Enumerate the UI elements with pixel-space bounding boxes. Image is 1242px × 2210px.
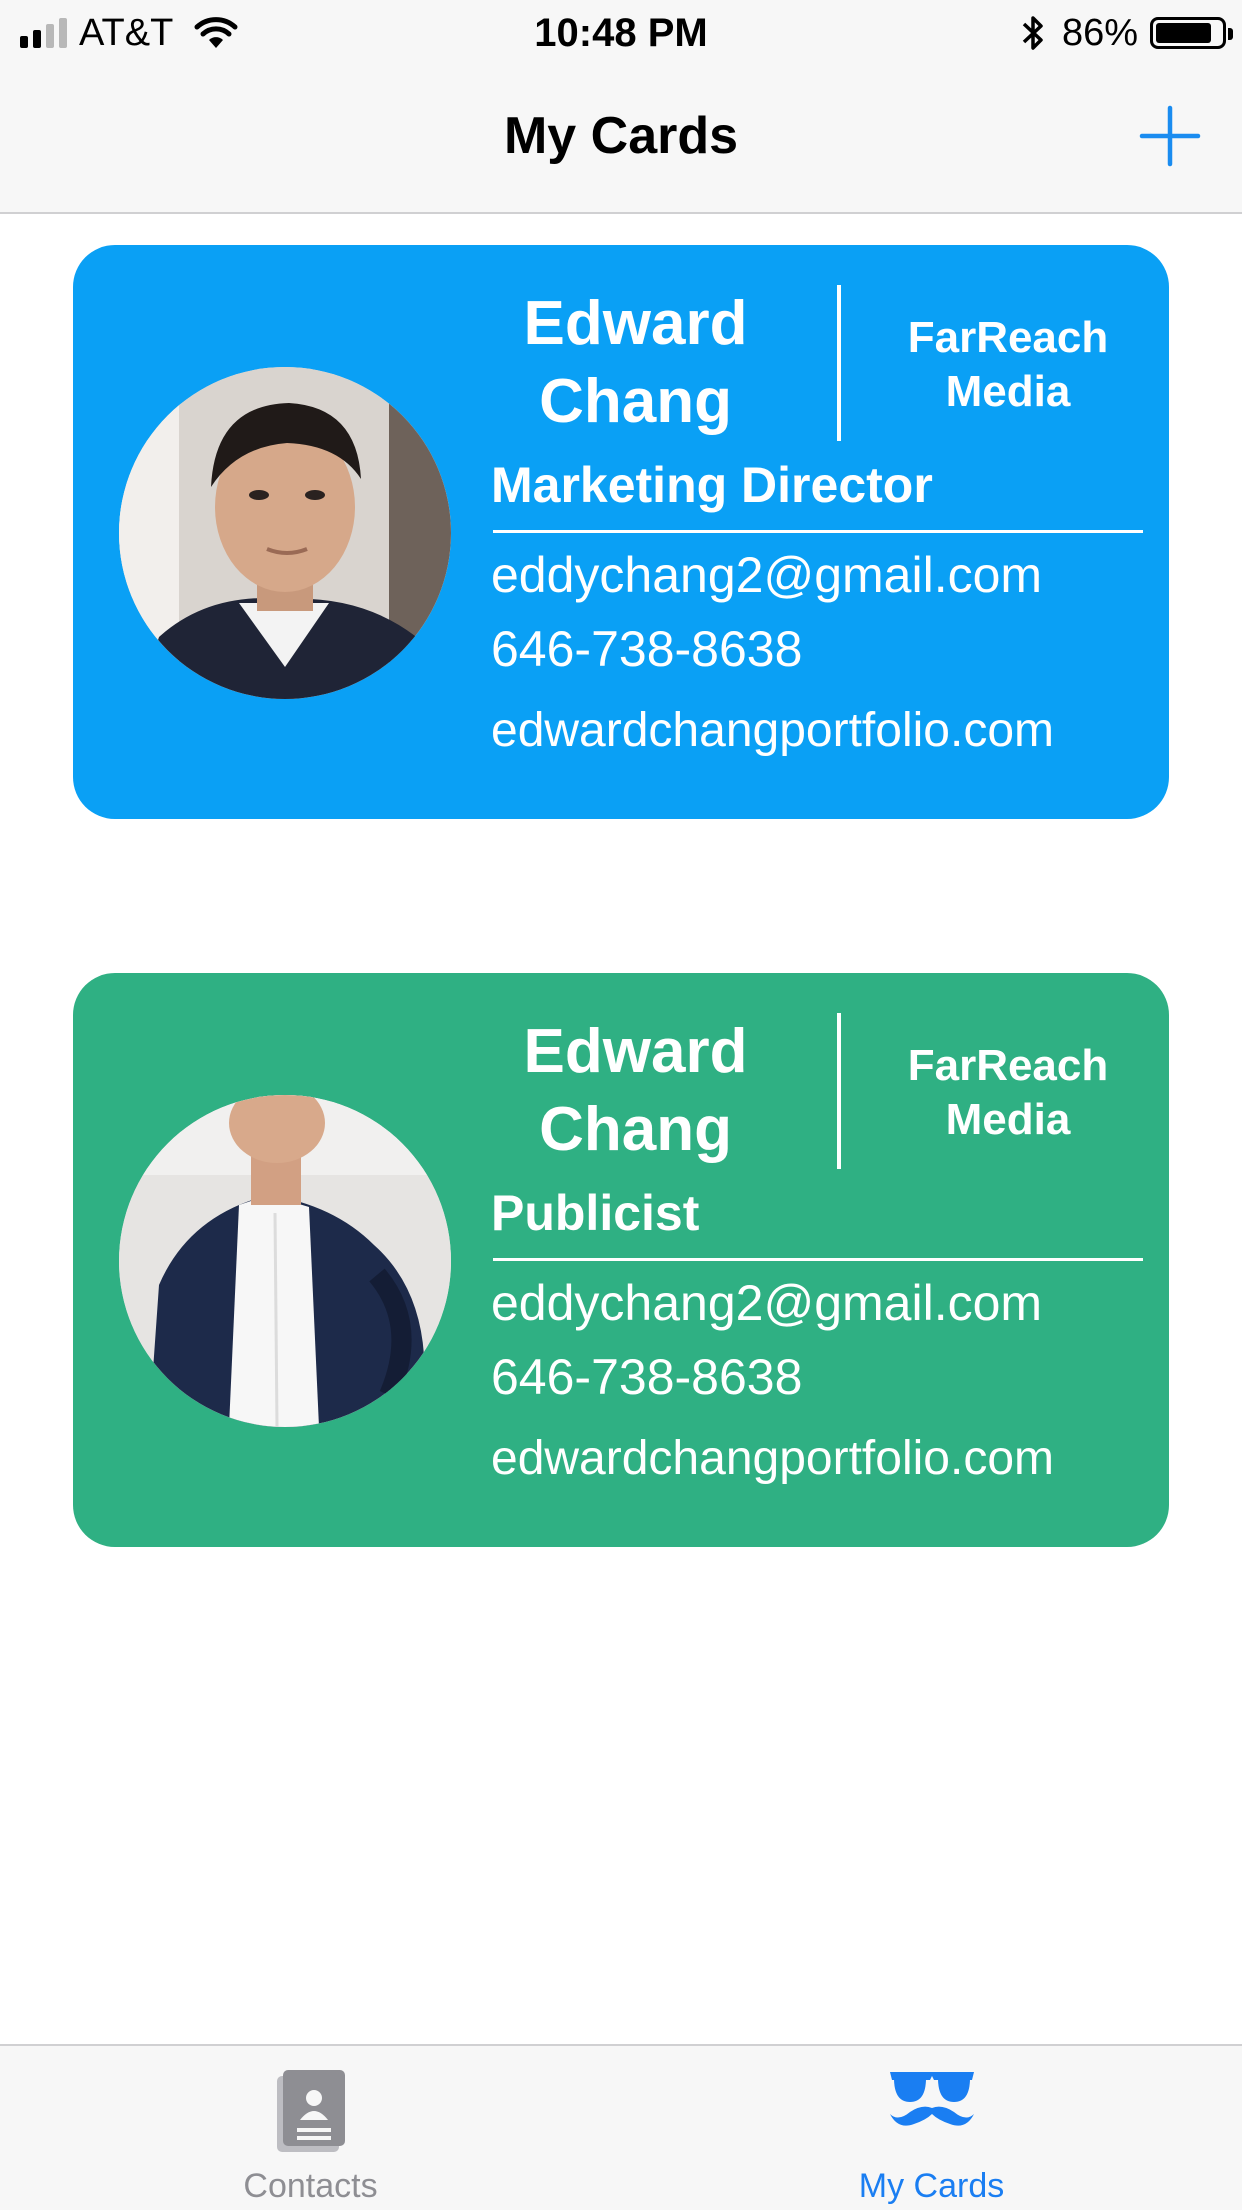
card-name: Edward Chang xyxy=(463,285,808,441)
first-name: Edward xyxy=(523,289,748,358)
last-name: Chang xyxy=(539,367,732,436)
company-line-1: FarReach xyxy=(907,1041,1109,1090)
job-title: Marketing Director xyxy=(491,457,933,513)
email: eddychang2@gmail.com xyxy=(491,1275,1043,1331)
website: edwardchangportfolio.com xyxy=(491,1432,1054,1485)
tab-bar: Contacts My Cards xyxy=(0,2044,1242,2210)
tab-my-cards[interactable]: My Cards xyxy=(621,2046,1242,2210)
horizontal-divider xyxy=(493,530,1143,533)
avatar xyxy=(119,1095,451,1427)
sunglasses-mustache-icon xyxy=(889,2072,974,2126)
horizontal-divider xyxy=(493,1258,1143,1261)
company-name: FarReach Media xyxy=(863,1039,1153,1147)
contacts-book-icon xyxy=(276,2070,345,2152)
profile-photo xyxy=(119,1095,451,1427)
company-name: FarReach Media xyxy=(863,311,1153,419)
bluetooth-icon xyxy=(1022,16,1043,50)
email: eddychang2@gmail.com xyxy=(491,547,1043,603)
battery-fill xyxy=(1156,23,1212,43)
business-card[interactable]: Edward Chang FarReach Media Marketing Di… xyxy=(73,245,1169,819)
battery-percent: 86% xyxy=(1061,11,1138,54)
company-line-2: Media xyxy=(945,1095,1071,1144)
plus-icon[interactable] xyxy=(1138,104,1202,168)
company-line-2: Media xyxy=(945,367,1071,416)
tab-contacts[interactable]: Contacts xyxy=(0,2046,621,2210)
first-name: Edward xyxy=(523,1017,748,1086)
battery-cap xyxy=(1228,28,1233,40)
status-bar: AT&T 10:48 PM 86% xyxy=(0,0,1242,66)
card-name: Edward Chang xyxy=(463,1013,808,1169)
tab-label: Contacts xyxy=(243,2167,378,2205)
phone: 646-738-8638 xyxy=(491,1349,803,1405)
last-name: Chang xyxy=(539,1095,732,1164)
website: edwardchangportfolio.com xyxy=(491,704,1054,757)
job-title: Publicist xyxy=(491,1185,700,1241)
profile-photo xyxy=(119,367,451,699)
business-card[interactable]: Edward Chang FarReach Media Publicist ed… xyxy=(73,973,1169,1547)
vertical-divider xyxy=(837,1013,841,1169)
company-line-1: FarReach xyxy=(907,313,1109,362)
tab-label: My Cards xyxy=(858,2167,1005,2205)
vertical-divider xyxy=(837,285,841,441)
page-title: My Cards xyxy=(503,107,739,165)
avatar xyxy=(119,367,451,699)
navigation-bar: My Cards xyxy=(0,66,1242,214)
status-right: 86% xyxy=(1020,10,1233,56)
battery-icon xyxy=(1150,17,1233,49)
phone: 646-738-8638 xyxy=(491,621,803,677)
